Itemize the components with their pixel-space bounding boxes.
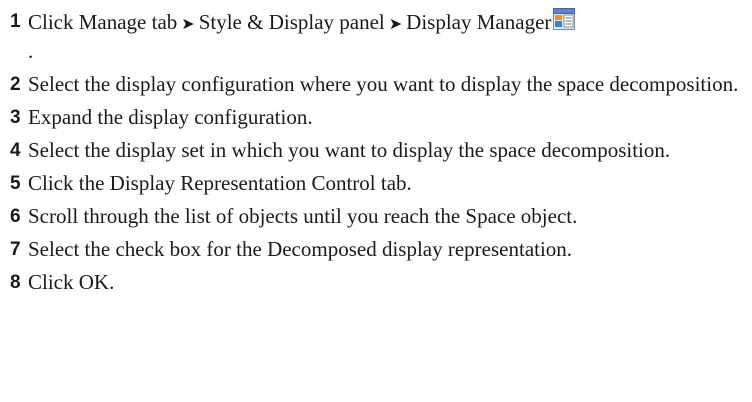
step-number: 1 xyxy=(10,11,21,32)
step-text: Click the Display Representation Control… xyxy=(28,171,412,195)
step-number: 3 xyxy=(10,107,21,128)
step-number: 6 xyxy=(10,206,21,227)
step-number: 4 xyxy=(10,140,21,161)
manage-tab-text: Click Manage tab xyxy=(28,10,178,34)
step-text: Scroll through the list of objects until… xyxy=(28,204,578,228)
step-1: 1 Click Manage tab ➤ Style & Display panel… xyxy=(10,8,746,65)
trailing-period: . xyxy=(28,39,34,63)
step-number: 5 xyxy=(10,173,21,194)
step-3: 3 Expand the display configuration. xyxy=(10,104,746,131)
step-2: 2 Select the display configuration where… xyxy=(10,71,746,98)
step-5: 5 Click the Display Representation Contr… xyxy=(10,170,746,197)
display-manager-icon xyxy=(553,8,576,30)
step-number: 8 xyxy=(10,272,21,293)
step-6: 6 Scroll through the list of objects unt… xyxy=(10,203,746,230)
step-7: 7 Select the check box for the Decompose… xyxy=(10,236,746,263)
arrow-separator: ➤ xyxy=(388,14,403,33)
step-text: Select the display configuration where y… xyxy=(28,72,739,96)
step-text: Select the check box for the Decomposed … xyxy=(28,237,573,261)
step-number: 2 xyxy=(10,74,21,95)
step-text: Expand the display configuration. xyxy=(28,105,313,129)
style-display-panel-text: Style & Display panel xyxy=(198,10,385,34)
arrow-separator: ➤ xyxy=(181,14,195,33)
step-number: 7 xyxy=(10,239,21,260)
step-text: Click OK. xyxy=(28,270,115,294)
step-8: 8 Click OK. xyxy=(10,269,746,296)
step-text: Select the display set in which you want… xyxy=(28,138,671,162)
step-text: Click Manage tab ➤ Style & Display panel ➤ D… xyxy=(28,8,576,34)
step-4: 4 Select the display set in which you wa… xyxy=(10,137,746,164)
display-manager-text: Display Manager xyxy=(406,10,552,34)
procedure-steps: 1 Click Manage tab ➤ Style & Display panel… xyxy=(10,8,746,302)
